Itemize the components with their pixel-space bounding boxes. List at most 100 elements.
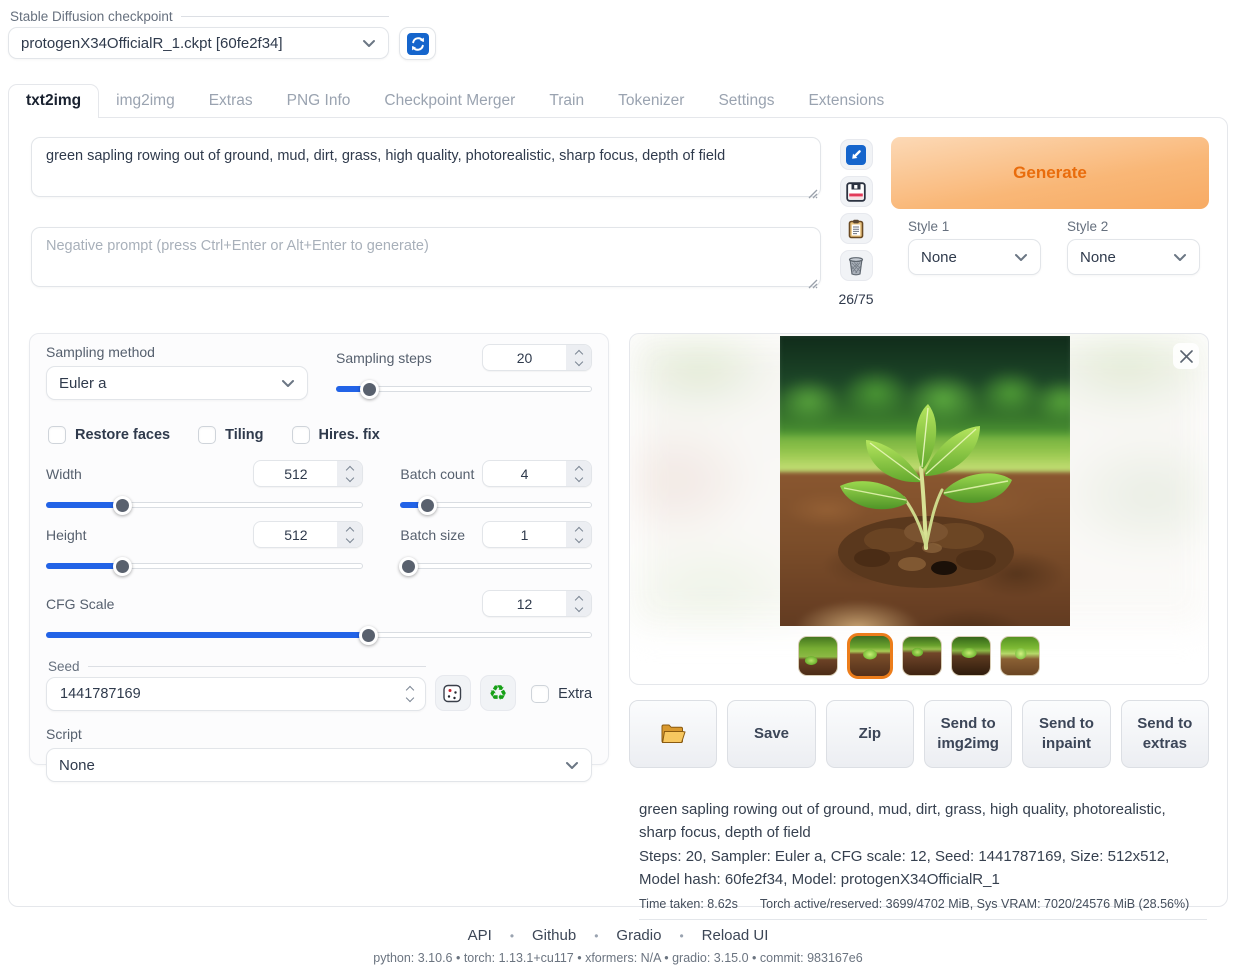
generation-info: green sapling rowing out of ground, mud,… xyxy=(629,798,1209,920)
style1-select[interactable]: None xyxy=(908,239,1041,275)
refresh-checkpoint-button[interactable] xyxy=(399,27,436,60)
open-folder-button[interactable] xyxy=(629,700,717,768)
chevron-down-icon xyxy=(362,39,376,48)
txt2img-panel: green sapling rowing out of ground, mud,… xyxy=(8,117,1228,907)
thumbnail-1[interactable] xyxy=(798,636,838,676)
apply-style-button[interactable] xyxy=(840,213,873,244)
checkpoint-row: Stable Diffusion checkpoint protogenX34O… xyxy=(0,0,1236,60)
sampling-steps-slider[interactable] xyxy=(336,380,592,398)
script-label: Script xyxy=(46,726,592,742)
style2-label: Style 2 xyxy=(1067,219,1200,234)
spinner[interactable] xyxy=(566,345,591,370)
tab-train[interactable]: Train xyxy=(532,85,601,118)
gradio-link[interactable]: Gradio xyxy=(616,927,661,944)
generation-info-params: Steps: 20, Sampler: Euler a, CFG scale: … xyxy=(639,845,1207,892)
tab-txt2img[interactable]: txt2img xyxy=(8,84,99,118)
width-input[interactable] xyxy=(253,460,363,487)
chevron-down-icon xyxy=(1014,253,1028,262)
sampling-method-select[interactable]: Euler a xyxy=(46,366,308,400)
tab-extras[interactable]: Extras xyxy=(192,85,270,118)
trash-icon xyxy=(846,256,866,276)
reuse-seed-button[interactable]: ♻ xyxy=(480,675,516,711)
save-button[interactable]: Save xyxy=(727,700,815,768)
sampling-steps-input[interactable] xyxy=(482,344,592,371)
extra-seed-checkbox[interactable]: Extra xyxy=(531,685,592,703)
cfg-scale-label: CFG Scale xyxy=(46,596,114,612)
prompt-input[interactable]: green sapling rowing out of ground, mud,… xyxy=(31,137,821,197)
version-info: python: 3.10.6 • torch: 1.13.1+cu117 • x… xyxy=(0,951,1236,965)
clear-prompt-button[interactable] xyxy=(840,250,873,281)
height-input[interactable] xyxy=(253,521,363,548)
spinner[interactable] xyxy=(566,591,591,616)
sd-webui-page: Stable Diffusion checkpoint protogenX34O… xyxy=(0,0,1236,966)
refresh-icon xyxy=(407,33,429,55)
prompt-tools: 26/75 xyxy=(839,137,873,307)
generate-button[interactable]: Generate xyxy=(891,137,1209,209)
send-to-img2img-button[interactable]: Send to img2img xyxy=(924,700,1012,768)
spinner[interactable] xyxy=(337,522,362,547)
batch-count-label: Batch count xyxy=(400,466,474,482)
spinner[interactable] xyxy=(566,522,591,547)
github-link[interactable]: Github xyxy=(532,927,576,944)
zip-button[interactable]: Zip xyxy=(826,700,914,768)
dice-icon xyxy=(442,683,463,704)
separator: • xyxy=(510,929,514,943)
spinner[interactable] xyxy=(337,461,362,486)
batch-size-slider[interactable] xyxy=(400,557,592,575)
resize-handle[interactable] xyxy=(806,187,818,199)
random-seed-button[interactable] xyxy=(435,675,471,711)
batch-size-input[interactable] xyxy=(482,521,592,548)
hires-fix-checkbox[interactable]: Hires. fix xyxy=(292,426,380,444)
paste-generation-params-button[interactable] xyxy=(840,139,873,170)
cfg-scale-slider[interactable] xyxy=(46,626,592,644)
send-to-inpaint-button[interactable]: Send to inpaint xyxy=(1022,700,1110,768)
time-taken: Time taken: 8.62s xyxy=(639,897,738,911)
footer: API • Github • Gradio • Reload UI python… xyxy=(0,927,1236,965)
batch-count-slider[interactable] xyxy=(400,496,592,514)
generation-info-prompt: green sapling rowing out of ground, mud,… xyxy=(639,798,1207,845)
api-link[interactable]: API xyxy=(468,927,492,944)
resize-handle[interactable] xyxy=(806,277,818,289)
batch-count-input[interactable] xyxy=(482,460,592,487)
chevron-down-icon xyxy=(1173,253,1187,262)
tab-checkpoint-merger[interactable]: Checkpoint Merger xyxy=(367,85,532,118)
thumbnail-3[interactable] xyxy=(902,636,942,676)
close-gallery-button[interactable] xyxy=(1173,343,1199,369)
tab-png-info[interactable]: PNG Info xyxy=(270,85,368,118)
chevron-down-icon xyxy=(565,761,579,770)
tab-tokenizer[interactable]: Tokenizer xyxy=(601,85,701,118)
checkpoint-select[interactable]: protogenX34OfficialR_1.ckpt [60fe2f34] xyxy=(8,27,389,59)
thumbnail-5[interactable] xyxy=(1000,636,1040,676)
script-select[interactable]: None xyxy=(46,748,592,782)
seed-label: Seed xyxy=(48,658,426,674)
negative-prompt-input[interactable] xyxy=(31,227,821,287)
style2-select[interactable]: None xyxy=(1067,239,1200,275)
thumbnail-2-selected[interactable] xyxy=(847,633,893,679)
output-gallery xyxy=(629,333,1209,685)
floppy-disk-icon xyxy=(846,182,866,202)
chevron-down-icon xyxy=(281,379,295,388)
spinner[interactable] xyxy=(566,461,591,486)
thumbnail-4[interactable] xyxy=(951,636,991,676)
tab-img2img[interactable]: img2img xyxy=(99,85,192,118)
height-slider[interactable] xyxy=(46,557,363,575)
close-icon xyxy=(1180,350,1193,363)
sampling-steps-label: Sampling steps xyxy=(336,350,432,366)
reload-ui-link[interactable]: Reload UI xyxy=(702,927,769,944)
tab-extensions[interactable]: Extensions xyxy=(791,85,901,118)
width-slider[interactable] xyxy=(46,496,363,514)
gallery-thumbnails xyxy=(630,633,1208,679)
sampling-method-label: Sampling method xyxy=(46,344,308,360)
spinner[interactable] xyxy=(395,687,425,701)
checkpoint-label: Stable Diffusion checkpoint xyxy=(10,8,389,24)
tab-settings[interactable]: Settings xyxy=(701,85,791,118)
tiling-checkbox[interactable]: Tiling xyxy=(198,426,263,444)
seed-input[interactable] xyxy=(46,677,426,711)
folder-icon xyxy=(660,723,686,745)
restore-faces-checkbox[interactable]: Restore faces xyxy=(48,426,170,444)
save-style-button[interactable] xyxy=(840,176,873,207)
generated-image[interactable] xyxy=(780,336,1070,626)
send-to-extras-button[interactable]: Send to extras xyxy=(1121,700,1209,768)
clipboard-icon xyxy=(846,219,866,239)
cfg-scale-input[interactable] xyxy=(482,590,592,617)
